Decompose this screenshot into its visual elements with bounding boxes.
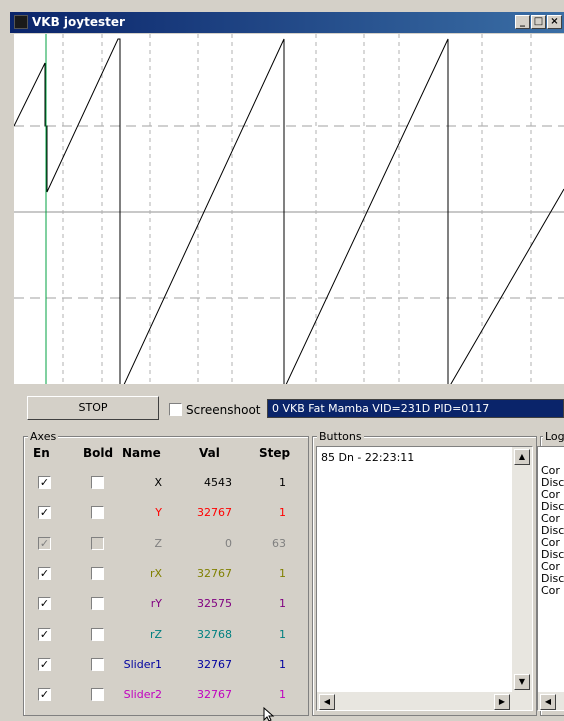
axis-enable-checkbox[interactable]: ✓	[38, 476, 51, 489]
buttons-list[interactable]: 85 Dn - 22:23:11 ▲ ▼ ◀ ▶	[316, 446, 533, 711]
axis-value: 32767	[197, 567, 232, 580]
axis-bold-checkbox[interactable]	[91, 628, 104, 641]
log-line: Cor	[541, 488, 560, 501]
axis-step: 1	[279, 567, 286, 580]
control-panel: STOP Screenshoot 0 VKB Fat Mamba VID=231…	[10, 384, 564, 721]
axis-enable-checkbox: ✓	[38, 537, 51, 550]
app-icon	[14, 15, 28, 29]
header-val: Val	[199, 446, 220, 460]
axis-enable-checkbox[interactable]: ✓	[38, 597, 51, 610]
buttons-list-item: 85 Dn - 22:23:11	[321, 451, 415, 464]
log-line: Cor	[541, 536, 560, 549]
axis-plot-canvas	[13, 34, 564, 391]
axis-bold-checkbox[interactable]	[91, 597, 104, 610]
scroll-up-icon[interactable]: ▲	[514, 449, 530, 465]
axis-value: 0	[225, 537, 232, 550]
axis-value: 32767	[197, 506, 232, 519]
axis-step: 1	[279, 476, 286, 489]
axis-bold-checkbox[interactable]	[91, 506, 104, 519]
axis-value: 32768	[197, 628, 232, 641]
scroll-right-icon[interactable]: ▶	[494, 694, 510, 710]
minimize-button[interactable]: _	[515, 15, 530, 29]
axis-bold-checkbox	[91, 537, 104, 550]
axis-plot	[13, 34, 564, 391]
axis-step: 1	[279, 597, 286, 610]
axis-value: 32767	[197, 658, 232, 671]
log-line: Disc	[541, 500, 564, 513]
axis-enable-checkbox[interactable]: ✓	[38, 658, 51, 671]
axis-name: Z	[154, 537, 162, 550]
axes-group-label: Axes	[28, 430, 59, 443]
log-line: Cor	[541, 560, 560, 573]
axis-name: rY	[150, 597, 162, 610]
axis-value: 32575	[197, 597, 232, 610]
device-select[interactable]: 0 VKB Fat Mamba VID=231D PID=0117	[267, 399, 564, 418]
axes-group	[23, 436, 309, 716]
axis-bold-checkbox[interactable]	[91, 476, 104, 489]
axis-name: X	[154, 476, 162, 489]
axis-enable-checkbox[interactable]: ✓	[38, 506, 51, 519]
log-line: Disc	[541, 476, 564, 489]
axis-name: Y	[155, 506, 162, 519]
axis-enable-checkbox[interactable]: ✓	[38, 567, 51, 580]
log-line: Cor	[541, 584, 560, 597]
log-line: Disc	[541, 572, 564, 585]
screenshot-checkbox[interactable]	[169, 403, 182, 416]
log-group-label: Log	[543, 430, 564, 443]
axis-name: rX	[149, 567, 162, 580]
axis-value: 32767	[197, 688, 232, 701]
axis-bold-checkbox[interactable]	[91, 688, 104, 701]
axis-step: 1	[279, 688, 286, 701]
screenshot-label: Screenshoot	[186, 403, 261, 417]
axis-bold-checkbox[interactable]	[91, 567, 104, 580]
header-step: Step	[259, 446, 291, 460]
scroll-left-icon[interactable]: ◀	[319, 694, 335, 710]
scroll-down-icon[interactable]: ▼	[514, 674, 530, 690]
header-en: En	[33, 446, 50, 460]
log-list[interactable]: Cor Disc Cor Disc Cor Disc Cor Disc Cor Disc Cor ◀	[537, 446, 564, 711]
close-button[interactable]: ×	[547, 15, 562, 29]
axis-bold-checkbox[interactable]	[91, 658, 104, 671]
axis-step: 63	[272, 537, 286, 550]
buttons-vscrollbar[interactable]: ▲ ▼	[512, 447, 532, 692]
axis-name: Slider2	[123, 688, 162, 701]
axis-name: rZ	[149, 628, 162, 641]
title-bar: VKB joytester _ □ ×	[10, 12, 564, 33]
buttons-hscrollbar[interactable]: ◀ ▶	[317, 692, 532, 710]
axis-step: 1	[279, 506, 286, 519]
log-hscrollbar[interactable]: ◀	[538, 692, 564, 710]
axis-step: 1	[279, 658, 286, 671]
window-title: VKB joytester	[32, 15, 125, 29]
log-line: Cor	[541, 464, 560, 477]
log-line: Disc	[541, 548, 564, 561]
stop-button[interactable]: STOP	[27, 396, 159, 420]
axis-enable-checkbox[interactable]: ✓	[38, 688, 51, 701]
log-line: Cor	[541, 512, 560, 525]
device-select-value: 0 VKB Fat Mamba VID=231D PID=0117	[272, 402, 490, 415]
maximize-button[interactable]: □	[531, 15, 546, 29]
log-line: Disc	[541, 524, 564, 537]
axis-enable-checkbox[interactable]: ✓	[38, 628, 51, 641]
buttons-group-label: Buttons	[317, 430, 364, 443]
mouse-cursor-icon	[263, 707, 275, 721]
axis-value: 4543	[204, 476, 232, 489]
log-lines: Cor Disc Cor Disc Cor Disc Cor Disc Cor Disc Cor	[538, 447, 564, 597]
axis-name: Slider1	[123, 658, 162, 671]
log-scroll-left-icon[interactable]: ◀	[540, 694, 556, 710]
axis-step: 1	[279, 628, 286, 641]
header-name: Name	[122, 446, 161, 460]
header-bold: Bold	[83, 446, 114, 460]
